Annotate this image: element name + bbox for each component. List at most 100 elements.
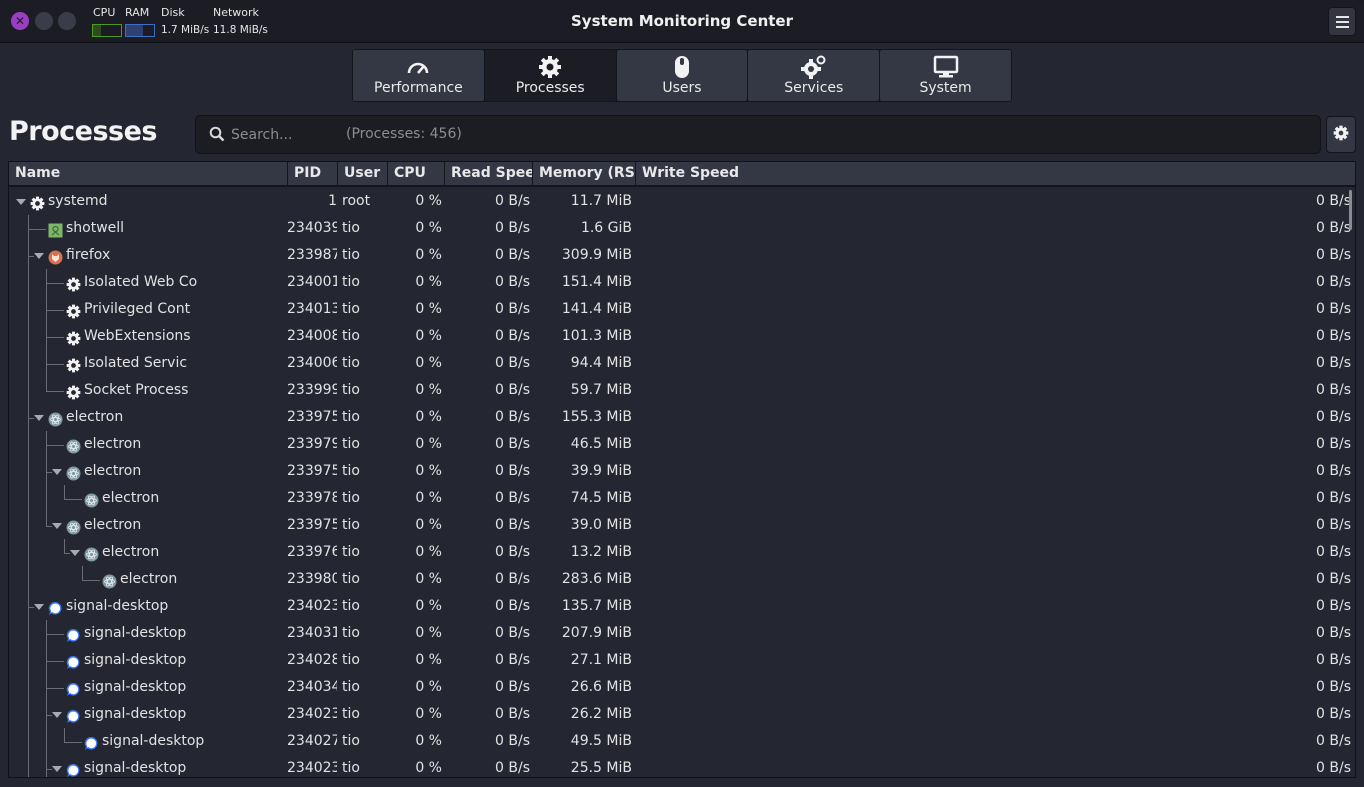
process-read-speed: 0 B/s [495, 382, 530, 398]
table-row[interactable]: systemd 1 root 0 % 0 B/s 11.7 MiB 0 B/s [9, 188, 1355, 215]
table-row[interactable]: Isolated Servic 234006 tio 0 % 0 B/s 94.4 MiB… [9, 350, 1355, 377]
main-menu-button[interactable] [1328, 7, 1356, 36]
expand-collapse-arrow-icon[interactable] [34, 253, 44, 259]
search-input[interactable] [231, 124, 341, 146]
tree-connector-line [28, 728, 29, 755]
table-row[interactable]: electron 233975 tio 0 % 0 B/s 39.0 MiB 0 B/s [9, 512, 1355, 539]
table-row[interactable]: signal-desktop 234034 tio 0 % 0 B/s 26.6 MiB 0… [9, 674, 1355, 701]
tab-users[interactable]: Users [616, 50, 748, 101]
expand-collapse-arrow-icon[interactable] [52, 469, 62, 475]
tree-connector-line [46, 283, 64, 284]
process-write-speed: 0 B/s [1316, 598, 1351, 614]
tab-system[interactable]: System [880, 50, 1011, 101]
table-row[interactable]: signal-desktop 234031 tio 0 % 0 B/s 207.9 MiB… [9, 620, 1355, 647]
tree-connector-line [46, 310, 64, 311]
table-row[interactable]: electron 233976 tio 0 % 0 B/s 13.2 MiB 0 B/s [9, 539, 1355, 566]
signal-app-icon [48, 599, 63, 615]
process-pid: 233980 [287, 571, 337, 587]
column-header-cpu[interactable]: CPU [388, 162, 445, 185]
table-row[interactable]: Privileged Cont 234013 tio 0 % 0 B/s 141.4 Mi… [9, 296, 1355, 323]
tree-connector-line [28, 539, 29, 566]
process-user: tio [342, 328, 360, 344]
process-read-speed: 0 B/s [495, 436, 530, 452]
process-cpu: 0 % [415, 382, 442, 398]
process-user: tio [342, 436, 360, 452]
tree-connector-line [46, 377, 47, 391]
process-pid: 234028 [287, 652, 337, 668]
signal-app-icon [66, 680, 81, 696]
tree-connector-line [46, 445, 64, 446]
table-row[interactable]: signal-desktop 234023 tio 0 % 0 B/s 26.2 MiB 0… [9, 701, 1355, 728]
process-memory: 94.4 MiB [570, 355, 632, 371]
column-header-memory[interactable]: Memory (RSS) [533, 162, 636, 185]
table-row[interactable]: signal-desktop 234028 tio 0 % 0 B/s 27.1 MiB 0… [9, 647, 1355, 674]
column-header-write-speed[interactable]: Write Speed [636, 162, 1355, 185]
table-row[interactable]: signal-desktop 234023 tio 0 % 0 B/s 135.7 MiB… [9, 593, 1355, 620]
expand-collapse-arrow-icon[interactable] [34, 604, 44, 610]
process-name-cell: signal-desktop [9, 728, 287, 755]
process-pid: 234013 [287, 301, 337, 317]
table-row[interactable]: electron 233975 tio 0 % 0 B/s 155.3 MiB 0 B/s [9, 404, 1355, 431]
tab-services[interactable]: Services [748, 50, 880, 101]
process-name-cell: signal-desktop [9, 674, 287, 701]
vertical-scrollbar[interactable] [1349, 190, 1352, 230]
tree-connector-line [28, 647, 29, 674]
process-write-speed: 0 B/s [1316, 274, 1351, 290]
process-read-speed: 0 B/s [495, 733, 530, 749]
process-write-speed: 0 B/s [1316, 193, 1351, 209]
process-name-cell: electron [9, 512, 287, 539]
table-row[interactable]: electron 233979 tio 0 % 0 B/s 46.5 MiB 0 B/s [9, 431, 1355, 458]
tree-connector-line [46, 485, 47, 512]
process-read-speed: 0 B/s [495, 355, 530, 371]
table-settings-button[interactable] [1326, 116, 1356, 153]
expand-collapse-arrow-icon[interactable] [16, 199, 26, 205]
signal-app-icon [66, 761, 81, 777]
table-row[interactable]: Socket Process 233999 tio 0 % 0 B/s 59.7 MiB 0… [9, 377, 1355, 404]
table-row[interactable]: Isolated Web Co 234001 tio 0 % 0 B/s 151.4 Mi… [9, 269, 1355, 296]
process-cpu: 0 % [415, 193, 442, 209]
process-memory: 309.9 MiB [561, 247, 632, 263]
process-table: Name PID User CPU Read Speed Memory (RSS… [8, 161, 1356, 778]
table-row[interactable]: signal-desktop 234023 tio 0 % 0 B/s 25.5 MiB 0… [9, 755, 1355, 777]
process-pid: 234006 [287, 355, 337, 371]
tree-connector-line [28, 377, 29, 404]
process-pid: 233975 [287, 517, 337, 533]
process-name-cell: Privileged Cont [9, 296, 287, 323]
expand-collapse-arrow-icon[interactable] [52, 523, 62, 529]
process-name: electron [102, 544, 160, 560]
column-header-read-speed[interactable]: Read Speed [445, 162, 533, 185]
process-pid: 1 [328, 193, 337, 209]
electron-app-icon [66, 464, 81, 481]
process-user: tio [342, 679, 360, 695]
process-user: tio [342, 355, 360, 371]
column-header-user[interactable]: User [338, 162, 388, 185]
tree-connector-line [46, 688, 64, 689]
expand-collapse-arrow-icon[interactable] [52, 712, 62, 718]
tree-connector-line [28, 458, 29, 485]
tab-label: Performance [374, 80, 463, 96]
process-cpu: 0 % [415, 274, 442, 290]
process-name-cell: signal-desktop [9, 647, 287, 674]
table-row[interactable]: firefox 233987 tio 0 % 0 B/s 309.9 MiB 0 B/s [9, 242, 1355, 269]
table-row[interactable]: signal-desktop 234027 tio 0 % 0 B/s 49.5 MiB 0… [9, 728, 1355, 755]
tree-connector-line [64, 539, 65, 553]
expand-collapse-arrow-icon[interactable] [70, 550, 80, 556]
table-row[interactable]: WebExtensions 234008 tio 0 % 0 B/s 101.3 MiB 0… [9, 323, 1355, 350]
process-memory: 283.6 MiB [561, 571, 632, 587]
expand-collapse-arrow-icon[interactable] [52, 766, 62, 772]
table-row[interactable]: electron 233978 tio 0 % 0 B/s 74.5 MiB 0 B/s [9, 485, 1355, 512]
process-user: tio [342, 598, 360, 614]
tree-connector-line [46, 755, 47, 777]
column-header-name[interactable]: Name [9, 162, 288, 185]
tab-performance[interactable]: Performance [353, 50, 484, 101]
gear-icon [66, 356, 81, 373]
tab-processes[interactable]: Processes [484, 50, 616, 101]
table-row[interactable]: electron 233975 tio 0 % 0 B/s 39.9 MiB 0 B/s [9, 458, 1355, 485]
process-name-cell: electron [9, 431, 287, 458]
process-cpu: 0 % [415, 409, 442, 425]
table-row[interactable]: electron 233980 tio 0 % 0 B/s 283.6 MiB 0 B/s [9, 566, 1355, 593]
column-header-pid[interactable]: PID [288, 162, 338, 185]
table-row[interactable]: shotwell 234039 tio 0 % 0 B/s 1.6 GiB 0 B/s [9, 215, 1355, 242]
process-name: Isolated Servic [84, 355, 188, 371]
expand-collapse-arrow-icon[interactable] [34, 415, 44, 421]
